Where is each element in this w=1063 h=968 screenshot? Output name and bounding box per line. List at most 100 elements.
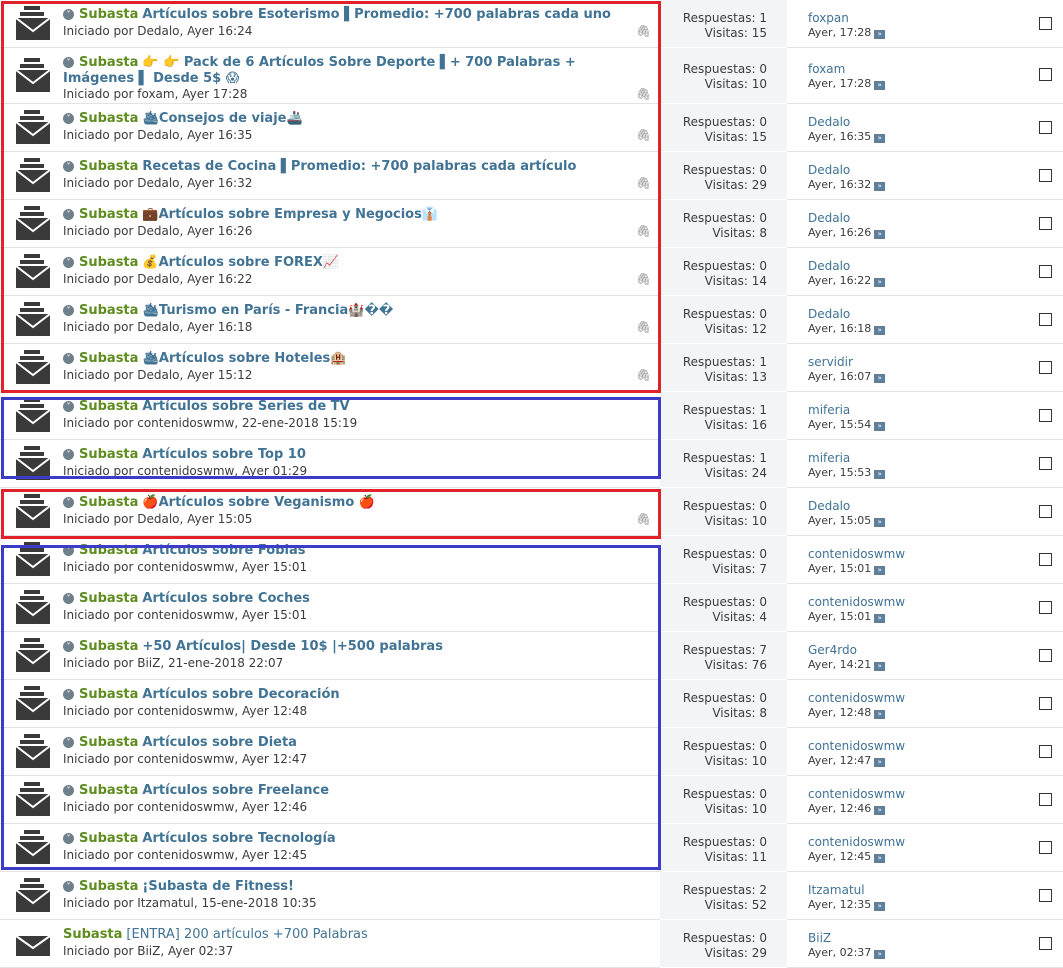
thread-title-link[interactable]: Artículos sobre Dieta (142, 735, 297, 750)
thread-prefix[interactable]: Subasta (79, 591, 138, 606)
thread-title[interactable]: ˅ Subasta Artículos sobre Coches (63, 591, 623, 607)
thread-status-icon[interactable]: ˅ (63, 353, 74, 364)
goto-last-post-icon[interactable]: » (874, 614, 886, 623)
thread-prefix[interactable]: Subasta (79, 831, 138, 846)
last-post-user[interactable]: Dedalo (808, 307, 850, 321)
thread-prefix[interactable]: Subasta (79, 735, 138, 750)
thread-status-icon[interactable]: ˅ (63, 881, 74, 892)
thread-title-link[interactable]: Recetas de Cocina ▌Promedio: +700 palabr… (142, 159, 576, 174)
thread-status-icon[interactable]: ˅ (63, 305, 74, 316)
thread-select-checkbox[interactable] (1039, 457, 1052, 470)
thread-status-icon[interactable]: ˅ (63, 689, 74, 700)
thread-title[interactable]: ˅ Subasta Artículos sobre Dieta (63, 735, 623, 751)
thread-select-checkbox[interactable] (1039, 553, 1052, 566)
thread-select-checkbox[interactable] (1039, 409, 1052, 422)
thread-prefix[interactable]: Subasta (79, 303, 138, 318)
thread-status-icon[interactable]: ˅ (63, 545, 74, 556)
thread-prefix[interactable]: Subasta (79, 879, 138, 894)
thread-title[interactable]: ˅ Subasta +50 Artículos| Desde 10$ |+500 p… (63, 639, 623, 655)
goto-last-post-icon[interactable]: » (874, 710, 886, 719)
goto-last-post-icon[interactable]: » (874, 662, 886, 671)
thread-prefix[interactable]: Subasta (63, 927, 122, 942)
thread-prefix[interactable]: Subasta (79, 495, 138, 510)
goto-last-post-icon[interactable]: » (874, 518, 886, 527)
last-post-user[interactable]: miferia (808, 451, 850, 465)
last-post-user[interactable]: contenidoswmw (808, 787, 905, 801)
thread-title[interactable]: ˅ Subasta 👉 👉 Pack de 6 Artículos Sobre De… (63, 55, 623, 87)
thread-select-checkbox[interactable] (1039, 17, 1052, 30)
thread-title[interactable]: ˅ Subasta Artículos sobre Series de TV (63, 399, 623, 415)
thread-status-icon[interactable]: ˅ (63, 113, 74, 124)
last-post-user[interactable]: servidir (808, 355, 853, 369)
thread-status-icon[interactable]: ˅ (63, 57, 74, 68)
last-post-user[interactable]: foxpan (808, 11, 849, 25)
thread-select-checkbox[interactable] (1039, 361, 1052, 374)
thread-title[interactable]: ˅ Subasta Artículos sobre Esoterismo ▌Prom… (63, 7, 623, 23)
last-post-user[interactable]: Dedalo (808, 499, 850, 513)
last-post-user[interactable]: contenidoswmw (808, 547, 905, 561)
thread-title[interactable]: ˅ Subasta 💼Artículos sobre Empresa y Negoc… (63, 207, 623, 223)
goto-last-post-icon[interactable]: » (874, 854, 886, 863)
thread-prefix[interactable]: Subasta (79, 207, 138, 222)
thread-prefix[interactable]: Subasta (79, 111, 138, 126)
goto-last-post-icon[interactable]: » (874, 566, 886, 575)
thread-prefix[interactable]: Subasta (79, 55, 138, 70)
thread-status-icon[interactable]: ˅ (63, 161, 74, 172)
thread-title-link[interactable]: 🛳Artículos sobre Hoteles🏨 (142, 351, 346, 366)
last-post-user[interactable]: contenidoswmw (808, 691, 905, 705)
thread-title-link[interactable]: 👉 👉 Pack de 6 Artículos Sobre Deporte ▌+… (63, 55, 576, 86)
last-post-user[interactable]: BiiZ (808, 931, 831, 945)
thread-title-link[interactable]: Artículos sobre Decoración (142, 687, 339, 702)
goto-last-post-icon[interactable]: » (874, 422, 886, 431)
thread-prefix[interactable]: Subasta (79, 447, 138, 462)
thread-select-checkbox[interactable] (1039, 745, 1052, 758)
last-post-user[interactable]: Itzamatul (808, 883, 865, 897)
last-post-user[interactable]: Dedalo (808, 259, 850, 273)
thread-status-icon[interactable]: ˅ (63, 593, 74, 604)
thread-prefix[interactable]: Subasta (79, 639, 138, 654)
thread-status-icon[interactable]: ˅ (63, 401, 74, 412)
thread-title-link[interactable]: Artículos sobre Tecnología (142, 831, 335, 846)
last-post-user[interactable]: miferia (808, 403, 850, 417)
last-post-user[interactable]: Dedalo (808, 115, 850, 129)
thread-title-link[interactable]: Artículos sobre Coches (142, 591, 309, 606)
thread-select-checkbox[interactable] (1039, 505, 1052, 518)
thread-select-checkbox[interactable] (1039, 217, 1052, 230)
thread-status-icon[interactable]: ˅ (63, 641, 74, 652)
thread-title[interactable]: ˅ Subasta 🛳Turismo en París - Francia🏰�� (63, 303, 623, 319)
goto-last-post-icon[interactable]: » (874, 470, 886, 479)
thread-prefix[interactable]: Subasta (79, 351, 138, 366)
thread-prefix[interactable]: Subasta (79, 159, 138, 174)
goto-last-post-icon[interactable]: » (874, 326, 886, 335)
thread-select-checkbox[interactable] (1039, 889, 1052, 902)
thread-title[interactable]: ˅ Subasta Artículos sobre Decoración (63, 687, 623, 703)
last-post-user[interactable]: Ger4rdo (808, 643, 857, 657)
goto-last-post-icon[interactable]: » (874, 81, 886, 90)
goto-last-post-icon[interactable]: » (874, 902, 886, 911)
goto-last-post-icon[interactable]: » (874, 230, 886, 239)
thread-status-icon[interactable]: ˅ (63, 209, 74, 220)
thread-select-checkbox[interactable] (1039, 313, 1052, 326)
thread-title[interactable]: ˅ Subasta 💰Artículos sobre FOREX📈 (63, 255, 623, 271)
goto-last-post-icon[interactable]: » (874, 950, 886, 959)
thread-title-link[interactable]: ¡Subasta de Fitness! (142, 879, 294, 894)
thread-prefix[interactable]: Subasta (79, 399, 138, 414)
thread-title-link[interactable]: Artículos sobre Fobias (142, 543, 305, 558)
goto-last-post-icon[interactable]: » (874, 30, 886, 39)
goto-last-post-icon[interactable]: » (874, 806, 886, 815)
thread-select-checkbox[interactable] (1039, 793, 1052, 806)
thread-title-link[interactable]: Artículos sobre Freelance (142, 783, 329, 798)
thread-status-icon[interactable]: ˅ (63, 9, 74, 20)
thread-title[interactable]: ˅ Subasta Artículos sobre Freelance (63, 783, 623, 799)
goto-last-post-icon[interactable]: » (874, 758, 886, 767)
thread-title[interactable]: ˅ Subasta Artículos sobre Fobias (63, 543, 623, 559)
thread-title[interactable]: ˅ Subasta 🛳Artículos sobre Hoteles🏨 (63, 351, 623, 367)
last-post-user[interactable]: foxam (808, 62, 845, 76)
thread-select-checkbox[interactable] (1039, 937, 1052, 950)
thread-select-checkbox[interactable] (1039, 121, 1052, 134)
thread-select-checkbox[interactable] (1039, 649, 1052, 662)
thread-title-link[interactable]: Artículos sobre Top 10 (142, 447, 305, 462)
thread-status-icon[interactable]: ˅ (63, 737, 74, 748)
last-post-user[interactable]: Dedalo (808, 211, 850, 225)
thread-title-link[interactable]: +50 Artículos| Desde 10$ |+500 palabras (142, 639, 443, 654)
